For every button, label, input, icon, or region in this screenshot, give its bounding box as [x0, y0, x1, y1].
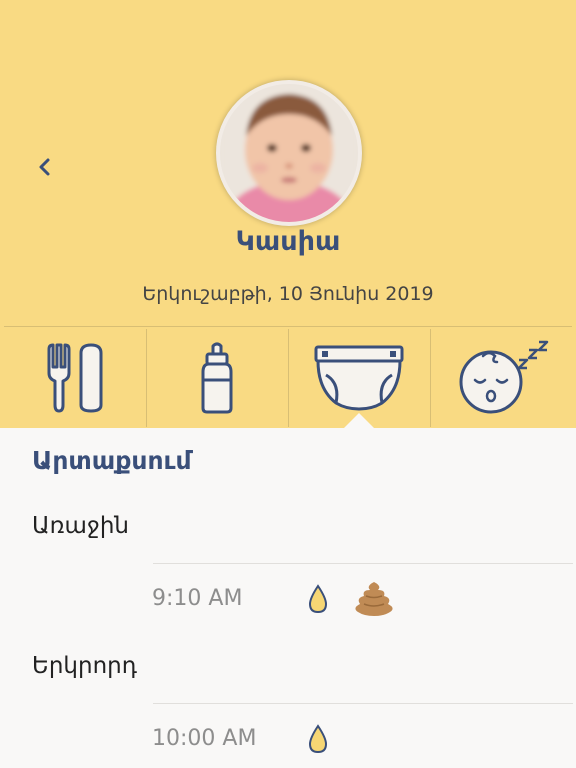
tab-feeding[interactable]: [4, 327, 146, 428]
profile-header: Կասիա Երկուշաբթի, 10 Յունիս 2019: [0, 0, 576, 428]
tab-sleep[interactable]: [430, 327, 572, 428]
pee-icon: [308, 724, 328, 754]
baby-photo: [220, 84, 358, 222]
entry-label-first: Առաջին: [32, 513, 129, 539]
entry-label-second: Երկրորդ: [32, 653, 137, 679]
tab-bottle[interactable]: [146, 327, 288, 428]
pee-icon: [308, 584, 328, 614]
entry-time: 9:10 AM: [152, 586, 243, 611]
sleep-icon: [459, 340, 549, 413]
section-title: Արտաքսում: [32, 446, 192, 475]
child-name: Կասիա: [235, 226, 341, 257]
avatar: [216, 80, 362, 226]
log-entry-first[interactable]: 9:10 AM: [152, 580, 552, 620]
divider: [153, 563, 573, 564]
diaper-icon: [314, 345, 404, 410]
category-tabs: [4, 326, 572, 428]
date-label: Երկուշաբթի, 10 Յունիս 2019: [142, 283, 434, 305]
cutlery-icon: [47, 343, 103, 412]
bottle-icon: [201, 342, 233, 413]
poo-icon: [355, 582, 393, 616]
entry-time: 10:00 AM: [152, 726, 257, 751]
chevron-left-icon: [39, 158, 50, 176]
back-button[interactable]: [30, 150, 60, 184]
active-tab-indicator: [344, 413, 374, 428]
log-entry-second[interactable]: 10:00 AM: [152, 720, 552, 760]
divider: [153, 703, 573, 704]
